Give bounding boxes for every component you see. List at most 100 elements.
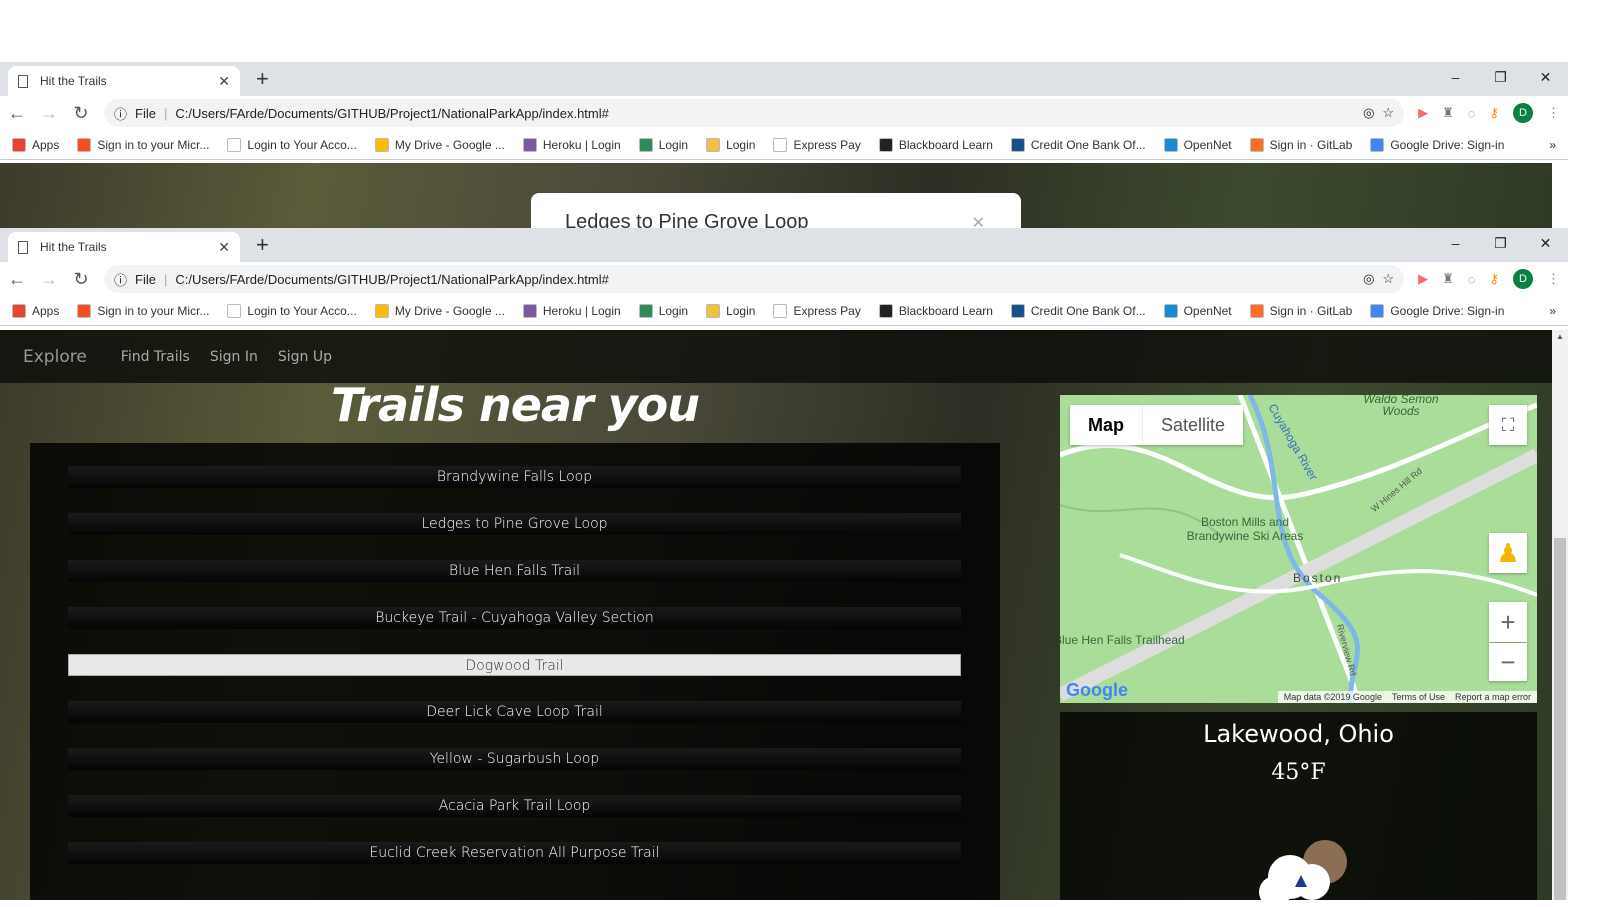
bookmark-label: Credit One Bank Of...: [1030, 303, 1146, 318]
browser-tab[interactable]: Hit the Trails ✕: [8, 232, 240, 262]
key-icon[interactable]: ⚷: [1489, 105, 1499, 121]
avatar[interactable]: D: [1513, 103, 1533, 123]
map[interactable]: Map Satellite ⛶ ♟ + − Waldo Semon Woods …: [1060, 395, 1537, 703]
bookmark-item[interactable]: Credit One Bank Of...: [1010, 303, 1146, 318]
extension-icon[interactable]: ♜: [1442, 271, 1454, 287]
map-type-satellite[interactable]: Satellite: [1143, 405, 1243, 445]
bookmark-label: Login: [658, 137, 689, 152]
bookmark-item[interactable]: Google Drive: Sign-in: [1370, 303, 1504, 318]
zoom-in-button[interactable]: +: [1489, 602, 1527, 642]
extension-icon[interactable]: ♜: [1442, 105, 1454, 121]
bookmark-item[interactable]: OpenNet: [1163, 137, 1232, 152]
new-tab-button[interactable]: +: [256, 66, 269, 92]
bookmark-item[interactable]: Login: [638, 303, 688, 318]
trail-item[interactable]: Blue Hen Falls Trail: [68, 560, 961, 582]
more-bookmarks-icon[interactable]: »: [1549, 304, 1556, 318]
map-type-map[interactable]: Map: [1070, 405, 1143, 445]
report-error-link[interactable]: Report a map error: [1455, 692, 1531, 702]
bookmark-icon: [1163, 137, 1178, 152]
bookmark-item[interactable]: Express Pay: [773, 303, 861, 318]
bookmark-item[interactable]: Login: [706, 137, 755, 152]
bookmark-label: Credit One Bank Of...: [1030, 137, 1146, 152]
close-window-icon[interactable]: ✕: [1523, 62, 1568, 92]
bookmark-item[interactable]: Apps: [12, 303, 59, 318]
trail-item[interactable]: Dogwood Trail: [68, 654, 961, 676]
nav-sign-up[interactable]: Sign Up: [278, 349, 332, 365]
close-tab-icon[interactable]: ✕: [218, 73, 230, 90]
extension-icon[interactable]: ◌: [1468, 106, 1476, 121]
scroll-up-icon[interactable]: ▲: [1556, 332, 1564, 341]
minimize-icon[interactable]: –: [1433, 228, 1478, 258]
bookmark-item[interactable]: Login to Your Acco...: [227, 303, 357, 318]
forward-icon[interactable]: →: [40, 269, 58, 290]
zoom-out-button[interactable]: −: [1489, 643, 1527, 681]
bookmark-item[interactable]: Heroku | Login: [522, 303, 621, 318]
bookmark-item[interactable]: My Drive - Google ...: [374, 303, 505, 318]
back-icon[interactable]: ←: [8, 103, 26, 124]
trail-item[interactable]: Deer Lick Cave Loop Trail: [68, 701, 961, 723]
trail-item[interactable]: Yellow - Sugarbush Loop: [68, 748, 961, 770]
restore-icon[interactable]: ❐: [1478, 62, 1523, 92]
menu-icon[interactable]: ⋮: [1547, 105, 1560, 121]
browser-tab[interactable]: Hit the Trails ✕: [8, 66, 240, 96]
bookmark-item[interactable]: Sign in to your Micr...: [77, 303, 209, 318]
bookmark-item[interactable]: Login: [638, 137, 689, 152]
bookmark-star-icon[interactable]: ☆: [1382, 105, 1394, 121]
key-icon[interactable]: ⚷: [1489, 271, 1499, 287]
address-bar[interactable]: ⓘ File | C:/Users/FArde/Documents/GITHUB/Pr…: [104, 265, 1405, 293]
bookmark-icon: [878, 137, 893, 152]
minimize-icon[interactable]: –: [1433, 62, 1478, 92]
reload-icon[interactable]: ↻: [72, 269, 90, 290]
bookmark-item[interactable]: Sign in · GitLab: [1249, 137, 1352, 152]
address-bar[interactable]: ⓘ File | C:/Users/FArde/Documents/GITHUB/Pr…: [104, 99, 1405, 127]
nav-find-trails[interactable]: Find Trails: [121, 349, 190, 365]
back-icon[interactable]: ←: [8, 269, 26, 290]
bookmark-item[interactable]: Blackboard Learn: [878, 303, 993, 318]
bookmark-item[interactable]: Google Drive: Sign-in: [1370, 137, 1504, 152]
bookmark-item[interactable]: My Drive - Google ...: [374, 137, 505, 152]
bookmark-icon: [638, 303, 653, 318]
trail-item[interactable]: Ledges to Pine Grove Loop: [68, 513, 961, 535]
terms-link[interactable]: Terms of Use: [1392, 692, 1445, 702]
nav-sign-in[interactable]: Sign In: [210, 349, 258, 365]
fullscreen-icon[interactable]: ⛶: [1489, 405, 1527, 445]
reload-icon[interactable]: ↻: [72, 103, 90, 124]
trail-item[interactable]: Acacia Park Trail Loop: [68, 795, 961, 817]
bookmark-star-icon[interactable]: ☆: [1382, 271, 1394, 287]
avatar[interactable]: D: [1513, 269, 1533, 289]
close-window-icon[interactable]: ✕: [1523, 228, 1568, 258]
location-icon[interactable]: ◎: [1363, 105, 1374, 121]
close-tab-icon[interactable]: ✕: [218, 239, 230, 256]
bookmark-icon: [77, 303, 92, 318]
bookmark-item[interactable]: Sign in · GitLab: [1249, 303, 1353, 318]
close-icon[interactable]: ✕: [972, 213, 985, 228]
scrollbar[interactable]: ▲: [1552, 330, 1568, 900]
more-bookmarks-icon[interactable]: »: [1549, 138, 1556, 152]
restore-icon[interactable]: ❐: [1478, 228, 1523, 258]
brand-link[interactable]: Explore: [23, 347, 87, 367]
bookmark-item[interactable]: Heroku | Login: [522, 137, 621, 152]
location-icon[interactable]: ◎: [1363, 271, 1374, 287]
bookmark-item[interactable]: Express Pay: [773, 137, 861, 152]
new-tab-button[interactable]: +: [256, 232, 269, 258]
extension-icon[interactable]: ▶: [1418, 271, 1428, 287]
pegman-icon[interactable]: ♟: [1489, 533, 1527, 573]
bookmark-item[interactable]: OpenNet: [1163, 303, 1232, 318]
menu-icon[interactable]: ⋮: [1547, 271, 1560, 287]
browser-toolbar: ← → ↻ ⓘ File | C:/Users/FArde/Documents/GIT…: [0, 96, 1568, 130]
bookmark-item[interactable]: Login: [706, 303, 755, 318]
scrollbar-thumb[interactable]: [1554, 538, 1566, 900]
extension-icon[interactable]: ◌: [1468, 272, 1476, 287]
bookmark-item[interactable]: Blackboard Learn: [878, 137, 993, 152]
browser-window: Hit the Trails ✕ + – ❐ ✕ ← → ↻ ⓘ File | C:/Use…: [0, 228, 1568, 328]
bookmark-item[interactable]: Apps: [12, 137, 59, 152]
bookmark-item[interactable]: Login to Your Acco...: [227, 137, 357, 152]
trail-item[interactable]: Buckeye Trail - Cuyahoga Valley Section: [68, 607, 961, 629]
trail-item[interactable]: Brandywine Falls Loop: [68, 466, 961, 488]
trail-item[interactable]: Euclid Creek Reservation All Purpose Tra…: [68, 842, 961, 864]
bookmark-item[interactable]: Credit One Bank Of...: [1010, 137, 1146, 152]
extension-icon[interactable]: ▶: [1418, 105, 1428, 121]
bookmark-item[interactable]: Sign in to your Micr...: [77, 137, 209, 152]
bookmark-label: Sign in · GitLab: [1269, 303, 1353, 318]
forward-icon[interactable]: →: [40, 103, 58, 124]
